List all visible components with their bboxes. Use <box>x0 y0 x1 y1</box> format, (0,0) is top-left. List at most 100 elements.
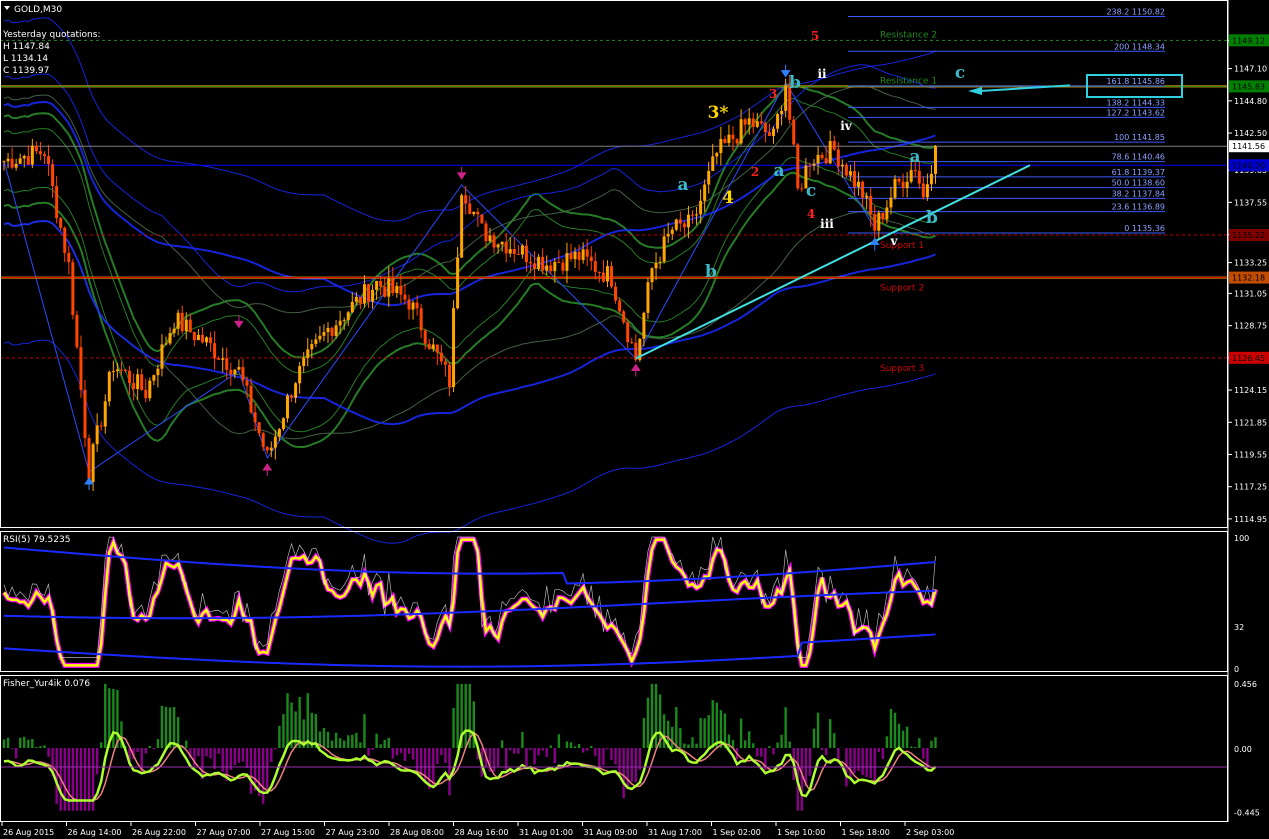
fisher-histogram-bar <box>2 739 6 748</box>
candle-body <box>593 261 597 273</box>
candle-body <box>22 156 26 159</box>
fisher-histogram-bar <box>23 736 26 748</box>
fisher-histogram-bar <box>594 748 597 756</box>
candle-body <box>877 212 881 231</box>
candle-body <box>144 389 148 399</box>
candle-body <box>362 284 366 304</box>
fisher-histogram-bar <box>233 748 237 766</box>
yesterday-high: H 1147.84 <box>3 42 50 52</box>
fisher-histogram-bar <box>39 746 42 748</box>
candle-body <box>338 320 342 326</box>
fisher-histogram-bar <box>873 748 876 784</box>
fisher-histogram-bar <box>642 718 646 748</box>
fisher-histogram-bar <box>857 748 860 772</box>
candle-body <box>419 308 423 331</box>
candle-body <box>55 186 59 219</box>
time-tick-label: 1 Sep 18:00 <box>842 828 890 837</box>
fisher-histogram-bar <box>683 743 686 748</box>
candle-body <box>188 319 192 332</box>
candle-body <box>354 296 358 302</box>
fisher-histogram-bar <box>614 748 617 765</box>
fisher-histogram-bar <box>711 700 714 748</box>
fisher-histogram-bar <box>55 748 58 804</box>
candle-body <box>504 241 508 254</box>
candle-body <box>925 184 929 198</box>
fisher-histogram-bar <box>282 714 285 748</box>
candle-body <box>205 337 208 343</box>
fisher-histogram-bar <box>756 748 759 757</box>
candle-body <box>330 327 334 336</box>
candle-body <box>253 412 257 423</box>
wave-label: b <box>705 262 717 282</box>
fisher-histogram-bar <box>104 683 107 748</box>
candle-body <box>87 438 91 483</box>
candle-body <box>646 282 650 313</box>
candle-body <box>618 300 622 312</box>
candle-body <box>460 195 464 258</box>
candle-body <box>411 302 415 310</box>
fisher-histogram-bar <box>760 748 763 757</box>
candle-body <box>610 266 613 287</box>
candle-body <box>897 178 901 182</box>
fisher-histogram-bar <box>565 741 569 748</box>
pivot-label: Support 2 <box>880 284 924 294</box>
candle-body <box>43 154 46 157</box>
candle-body <box>286 395 289 419</box>
fisher-histogram-bar <box>934 737 937 748</box>
fisher-histogram-bar <box>533 748 536 765</box>
candle-body <box>395 285 399 293</box>
price-tick-label: 1147.10 <box>1234 65 1267 74</box>
candle-body <box>824 158 828 164</box>
candle-body <box>371 289 375 302</box>
candle-body <box>597 272 601 274</box>
trading-chart[interactable]: Resistance 2 Resistance 1 Support 1 Support… <box>0 0 1269 839</box>
fisher-histogram-bar <box>456 683 459 748</box>
fib-level-label: 38.2 1137.84 <box>1112 189 1165 198</box>
candle-body <box>111 371 115 373</box>
fisher-histogram-bar <box>529 748 532 751</box>
fisher-histogram-bar <box>464 683 467 748</box>
candle-body <box>403 294 407 300</box>
fisher-histogram-bar <box>500 740 504 748</box>
candle-body <box>233 369 237 375</box>
time-tick-label: 28 Aug 16:00 <box>455 828 509 837</box>
price-tick-label: 1117.25 <box>1234 483 1267 492</box>
candle-body <box>662 236 666 262</box>
pivot-label: Support 3 <box>880 364 924 374</box>
candle-body <box>273 436 277 448</box>
fisher-histogram-bar <box>379 744 382 748</box>
candle-body <box>164 343 168 345</box>
candle-body <box>913 170 917 172</box>
fisher-histogram-bar <box>808 748 812 776</box>
candle-body <box>857 181 861 187</box>
candle-body <box>759 121 763 124</box>
candle-body <box>468 203 472 215</box>
fisher-histogram-bar <box>715 702 718 748</box>
candle-body <box>695 214 699 216</box>
candle-body <box>290 395 294 398</box>
candle-body <box>848 171 852 176</box>
candle-body <box>541 256 545 271</box>
candle-body <box>148 380 152 399</box>
candle-body <box>524 245 528 263</box>
candle-body <box>516 253 520 255</box>
candle-body <box>585 249 589 257</box>
candle-body <box>780 110 784 115</box>
candle-body <box>152 375 156 381</box>
time-tick-label: 27 Aug 15:00 <box>261 828 315 837</box>
candle-body <box>605 266 609 282</box>
fisher-histogram-bar <box>788 741 791 748</box>
candle-body <box>844 164 848 176</box>
fisher-histogram-bar <box>205 748 208 757</box>
fisher-histogram-bar <box>209 748 212 759</box>
candle-body <box>302 357 306 367</box>
price-badge-label: 1126.45 <box>1232 354 1265 363</box>
fisher-histogram-bar <box>330 740 334 748</box>
fisher-histogram-bar <box>820 748 824 751</box>
candle-body <box>711 156 715 171</box>
candle-body <box>261 433 265 447</box>
fisher-histogram-bar <box>116 690 119 748</box>
fisher-histogram-bar <box>743 740 747 748</box>
price-tick-label: 1142.50 <box>1234 129 1267 138</box>
candle-body <box>47 156 51 165</box>
